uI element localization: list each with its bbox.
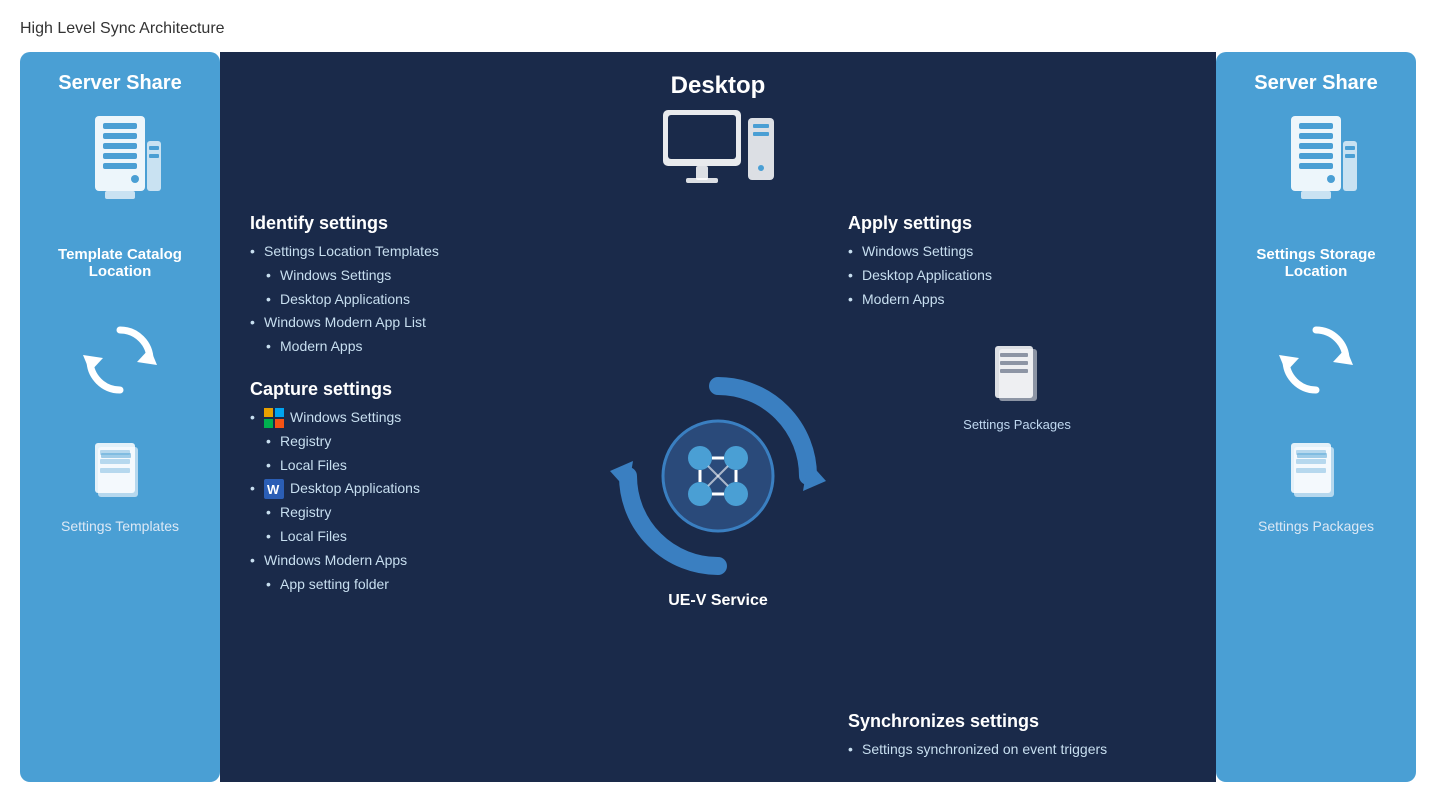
uev-circle [608, 366, 828, 586]
diagram-wrapper: Server Share [20, 52, 1416, 782]
page-title: High Level Sync Architecture [20, 20, 1416, 38]
capture-section: Capture settings Windows Settings [250, 379, 588, 596]
identify-item-1: Settings Location Templates [250, 240, 588, 264]
capture-item-8: App setting folder [250, 573, 588, 597]
desktop-left-col: Identify settings Settings Location Temp… [250, 213, 588, 762]
capture-item-6: Local Files [250, 525, 588, 549]
right-sync-icon [1271, 320, 1361, 405]
desktop-content: Identify settings Settings Location Temp… [250, 213, 1186, 762]
left-server-icon [75, 111, 165, 226]
desktop-heading: Desktop [250, 72, 1186, 100]
desktop-panel: Desktop [220, 52, 1216, 782]
desktop-pkg-label: Settings Packages [963, 417, 1071, 432]
capture-item-5: Registry [250, 501, 588, 525]
capture-title: Capture settings [250, 379, 588, 400]
right-server-share: Server Share Settings Storage Loca [1216, 52, 1416, 782]
identify-list: Settings Location Templates Windows Sett… [250, 240, 588, 359]
identify-item-4: Windows Modern App List [250, 311, 588, 335]
sync-list: Settings synchronized on event triggers [848, 738, 1186, 762]
file-svg-left [90, 435, 150, 505]
capture-item-7: Windows Modern Apps [250, 549, 588, 573]
apply-item-1: Windows Settings [848, 240, 1186, 264]
apply-item-3: Modern Apps [848, 288, 1186, 312]
windows-logo-icon [264, 408, 284, 428]
left-file-label: Settings Templates [61, 518, 179, 534]
computer-svg [658, 108, 778, 198]
desktop-computer-icon: Desktop [250, 72, 1186, 203]
left-server-label: Template Catalog Location [30, 246, 210, 280]
right-server-label: Settings Storage Location [1226, 246, 1406, 280]
apply-item-2: Desktop Applications [848, 264, 1186, 288]
sync-svg-left [75, 320, 165, 400]
identify-section: Identify settings Settings Location Temp… [250, 213, 588, 359]
sync-svg-right [1271, 320, 1361, 400]
capture-item-1: Windows Settings [250, 406, 588, 430]
desktop-right-col: Apply settings Windows Settings Desktop … [848, 213, 1186, 762]
left-sync-icon [75, 320, 165, 405]
right-file-icon [1286, 435, 1346, 510]
identify-title: Identify settings [250, 213, 588, 234]
apply-title: Apply settings [848, 213, 1186, 234]
identify-item-5: Modern Apps [250, 335, 588, 359]
identify-item-3: Desktop Applications [250, 288, 588, 312]
sync-section: Synchronizes settings Settings synchroni… [848, 711, 1186, 762]
capture-list: Windows Settings Registry Local Files W … [250, 406, 588, 596]
word-icon: W [264, 479, 284, 499]
left-server-heading: Server Share [58, 72, 181, 95]
svg-text:W: W [267, 482, 280, 497]
desktop-right-inner: Apply settings Windows Settings Desktop … [848, 213, 1186, 762]
apply-list: Windows Settings Desktop Applications Mo… [848, 240, 1186, 311]
file-svg-right [1286, 435, 1346, 505]
identify-item-2: Windows Settings [250, 264, 588, 288]
capture-item-4: W Desktop Applications [250, 477, 588, 501]
sync-item-1: Settings synchronized on event triggers [848, 738, 1186, 762]
right-server-icon [1271, 111, 1361, 226]
desktop-settings-packages: Settings Packages [848, 341, 1186, 432]
server-svg-left [75, 111, 165, 221]
apply-section: Apply settings Windows Settings Desktop … [848, 213, 1186, 311]
page-container: High Level Sync Architecture Server Shar… [20, 20, 1416, 782]
server-svg-right [1271, 111, 1361, 221]
sync-title: Synchronizes settings [848, 711, 1186, 732]
capture-item-3: Local Files [250, 454, 588, 478]
uev-service-label: UE-V Service [668, 592, 768, 610]
capture-item-2: Registry [250, 430, 588, 454]
left-server-share: Server Share [20, 52, 220, 782]
pkg-icon-desktop [987, 341, 1047, 411]
left-file-icon [90, 435, 150, 510]
uev-circle-svg [608, 366, 828, 586]
right-file-label: Settings Packages [1258, 518, 1374, 534]
desktop-center-col: UE-V Service [598, 213, 838, 762]
right-server-heading: Server Share [1254, 72, 1377, 95]
